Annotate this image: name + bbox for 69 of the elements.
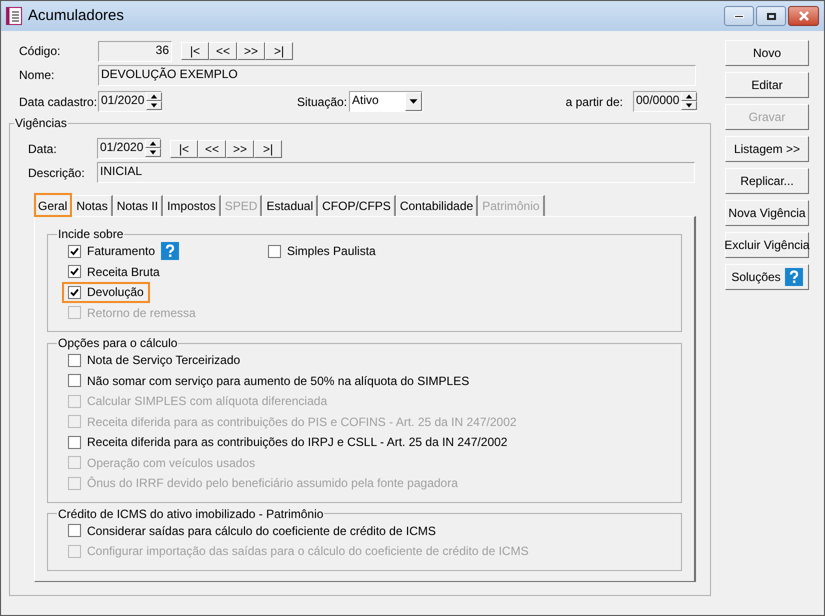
tab[interactable]: Notas xyxy=(72,195,113,216)
checkbox-label: Simples Paulista xyxy=(287,243,376,260)
start-date-field[interactable]: 00/0000 xyxy=(633,91,697,112)
checkbox-label: Nota de Serviço Terceirizado xyxy=(87,352,240,370)
status-dropdown[interactable]: Ativo xyxy=(349,91,423,112)
description-field[interactable]: INICIAL xyxy=(97,162,695,183)
tab[interactable]: Geral xyxy=(34,193,72,217)
checkbox-label: Considerar saídas para cálculo do coeficiente de crédito de ICMS xyxy=(87,522,436,540)
navigation-button[interactable]: |< xyxy=(170,140,198,158)
window-title: Acumuladores xyxy=(28,6,124,26)
tab[interactable]: Impostos xyxy=(163,195,221,216)
group-title: Opções para o cálculo xyxy=(57,336,178,350)
navigation-button[interactable]: >| xyxy=(254,140,282,158)
action-button[interactable]: Novo xyxy=(725,40,809,66)
maximize-button[interactable] xyxy=(756,6,786,26)
tab[interactable]: CFOP/CFPS xyxy=(318,195,396,216)
field-label: Código: xyxy=(18,43,62,60)
help-icon[interactable] xyxy=(784,268,803,286)
checkbox-label: Ônus do IRRF devido pelo beneficiário assumido pela fonte pagadora xyxy=(87,475,458,492)
navigation-button[interactable]: << xyxy=(198,140,226,158)
close-icon xyxy=(798,11,810,21)
tab[interactable]: Notas II xyxy=(112,195,164,216)
tab[interactable]: Contabilidade xyxy=(396,195,478,216)
navigation-button[interactable]: >> xyxy=(226,140,254,158)
help-icon[interactable] xyxy=(161,242,180,260)
group-title: Vigências xyxy=(14,116,68,130)
name-field[interactable]: DEVOLUÇÃO EXEMPLO xyxy=(98,64,696,86)
field-label: a partir de: xyxy=(566,94,623,110)
checkbox-label: Devolução xyxy=(87,284,144,302)
field-label: Data: xyxy=(27,140,58,158)
checkbox-label: Não somar com serviço para aumento de 50% na alíquota do SIMPLES xyxy=(87,372,470,390)
navigation-button[interactable]: >> xyxy=(237,42,265,60)
action-button[interactable]: Nova Vigência xyxy=(725,200,809,226)
checkbox[interactable] xyxy=(68,524,81,538)
group-title: Crédito de ICMS do ativo imobilizado - Patrimônio xyxy=(57,506,324,520)
tab[interactable]: Estadual xyxy=(262,195,318,216)
navigation-button[interactable]: >| xyxy=(265,42,293,60)
checkbox-label: Configurar importação das saídas para o cálculo do coeficiente de crédito de ICMS xyxy=(87,543,529,560)
checkbox-label: Receita Bruta xyxy=(87,264,160,281)
checkbox-label: Retorno de remessa xyxy=(87,304,196,322)
close-button[interactable] xyxy=(788,6,819,26)
navigation-button[interactable]: |< xyxy=(181,42,209,60)
field-label: Descrição: xyxy=(27,164,86,182)
date-field[interactable]: 01/2020 xyxy=(98,91,162,112)
checkbox[interactable] xyxy=(68,265,81,278)
checkbox-label: Receita diferida para as contribuições do PIS e COFINS - Art. 25 da IN 247/2002 xyxy=(87,414,517,431)
checkbox-label: Receita diferida para as contribuições do IRPJ e CSLL - Art. 25 da IN 247/2002 xyxy=(87,434,508,452)
action-button[interactable]: Excluir Vigência xyxy=(725,232,809,258)
date-field[interactable]: 01/2020 xyxy=(97,138,161,159)
field-label: Nome: xyxy=(18,67,56,84)
code-field[interactable]: 36 xyxy=(98,40,172,62)
checkbox[interactable] xyxy=(268,244,281,258)
checkbox-label: Faturamento xyxy=(87,243,156,260)
field-label: Situação: xyxy=(297,94,348,110)
action-button[interactable]: Soluções xyxy=(725,264,809,290)
group-title: Incide sobre xyxy=(57,227,124,241)
action-button[interactable]: Editar xyxy=(725,72,809,98)
checkbox[interactable] xyxy=(68,286,81,299)
checkbox[interactable] xyxy=(68,374,81,388)
checkbox-label: Calcular SIMPLES com alíquota diferenciada xyxy=(87,393,328,410)
checkbox[interactable] xyxy=(68,244,81,258)
action-button[interactable]: Replicar... xyxy=(725,168,809,194)
checkbox[interactable] xyxy=(68,436,81,449)
action-button[interactable]: Listagem >> xyxy=(725,136,809,162)
field-label: Data cadastro: xyxy=(18,94,98,110)
checkbox-label: Operação com veículos usados xyxy=(87,454,256,472)
navigation-button[interactable]: << xyxy=(209,42,237,60)
document-icon xyxy=(6,7,22,25)
checkbox[interactable] xyxy=(68,354,81,367)
